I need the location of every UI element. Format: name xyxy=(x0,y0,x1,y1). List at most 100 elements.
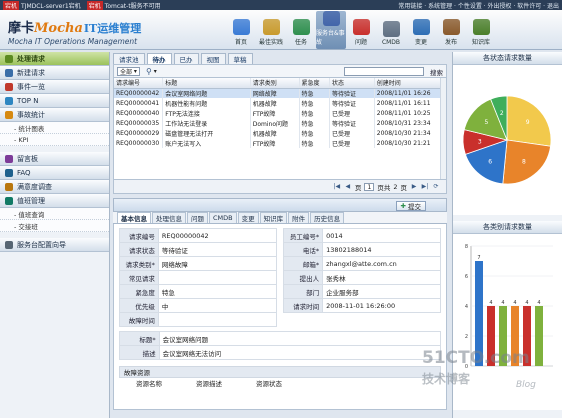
nav-best-practice[interactable]: 最佳实践 xyxy=(256,11,286,49)
sidebar-item-label: 服务台配置向导 xyxy=(17,240,66,249)
column-header[interactable]: 创建时间 xyxy=(374,78,447,89)
detail-tab[interactable]: 基本信息 xyxy=(117,212,151,223)
detail-tab[interactable]: 历史信息 xyxy=(310,212,345,223)
field-value[interactable]: 特急 xyxy=(157,284,277,299)
sidebar-item[interactable]: 事件一览 xyxy=(0,80,109,94)
next-page-icon[interactable]: ▶ xyxy=(410,183,418,191)
table-row[interactable]: REQ00000035 工作站无法登录 Domino问题 特急 等待验证 2008/10/… xyxy=(114,118,447,128)
nav-label: 发布 xyxy=(444,39,457,46)
detail-tab[interactable]: CMDB xyxy=(209,212,237,223)
sidebar-subitem[interactable]: - 值班查询 xyxy=(0,208,109,220)
column-header[interactable]: 紧急度 xyxy=(299,78,331,89)
search-button[interactable]: 搜索 xyxy=(430,67,443,77)
table-cell: 等待验证 xyxy=(329,88,375,98)
submit-icon: ✚ xyxy=(400,202,406,210)
field-value[interactable]: zhangxl@atte.com.cn xyxy=(322,256,441,271)
submit-button[interactable]: ✚ 提交 xyxy=(395,201,426,211)
alert-text[interactable]: Tomcat-t服务不可用 xyxy=(105,1,161,10)
field-value[interactable]: 等待验证 xyxy=(157,242,277,257)
table-row[interactable]: REQ00000040 FTP无法连接 FTP故障 特急 已受理 2008/11/01 1… xyxy=(114,108,447,118)
sidebar-item[interactable]: TOP N xyxy=(0,94,109,108)
field-value[interactable]: 13802188014 xyxy=(322,242,441,257)
nav-cmdb[interactable]: CMDB xyxy=(376,11,406,49)
detail-tab[interactable]: 处理信息 xyxy=(152,212,186,223)
column-header[interactable]: 请求编号 xyxy=(114,78,164,89)
sidebar-item[interactable]: FAQ xyxy=(0,166,109,180)
sidebar-item[interactable]: 值班管理 xyxy=(0,194,109,208)
top-status-bar: 宕机 TJMDCL-server1宕机 宕机 Tomcat-t服务不可用 常用链… xyxy=(0,0,562,10)
alert-badge: 宕机 xyxy=(3,0,20,10)
field-value[interactable]: 张秀林 xyxy=(322,270,441,285)
field-value[interactable]: 中 xyxy=(157,298,277,313)
nav-task[interactable]: 任务 xyxy=(286,11,316,49)
top-links[interactable]: 常用链接 · 系统管理 · 个性设置 · 外出授权 · 软件许可 · 退出 xyxy=(398,1,562,10)
column-header[interactable]: 请求类别 xyxy=(250,78,300,89)
title-field[interactable]: 会议室网络问题 xyxy=(158,331,442,346)
table-scrollbar[interactable] xyxy=(440,78,446,179)
alert-text[interactable]: TJMDCL-server1宕机 xyxy=(21,1,81,10)
form-row: 请求编号 REQ00000042 员工编号* 0014 xyxy=(119,228,441,243)
column-header[interactable]: 标题 xyxy=(162,78,251,89)
title-label: 标题* xyxy=(119,331,160,346)
sidebar-subitem[interactable]: - 交接班 xyxy=(0,220,109,232)
request-tab[interactable]: 视图 xyxy=(200,53,226,64)
request-tab[interactable]: 已办 xyxy=(173,53,199,64)
status-chart-title: 各状态请求数量 xyxy=(453,52,562,65)
last-page-icon[interactable]: ▶| xyxy=(421,183,429,191)
y-tick-label: 0 xyxy=(465,364,468,370)
sidebar-item[interactable]: 留言板 xyxy=(0,152,109,166)
sidebar-item[interactable]: 服务台配置向导 xyxy=(0,238,109,252)
field-value[interactable]: 企业服务部 xyxy=(322,284,441,299)
filter-icon[interactable]: ⚲ xyxy=(146,67,152,76)
table-cell: 已受理 xyxy=(329,138,375,148)
table-cell: 工作站无法登录 xyxy=(162,118,251,128)
search-input[interactable] xyxy=(344,67,424,76)
sidebar-item[interactable]: 满意度调查 xyxy=(0,180,109,194)
request-tab[interactable]: 请求池 xyxy=(113,53,145,64)
field-label: 提出人 xyxy=(283,270,324,285)
nav-label: 服务台&事故 xyxy=(316,30,345,46)
nav-question[interactable]: 问题 xyxy=(346,11,376,49)
detail-tab[interactable]: 知识库 xyxy=(259,212,288,223)
field-value[interactable] xyxy=(157,312,277,327)
first-page-icon[interactable]: |◀ xyxy=(333,183,341,191)
filter-select[interactable]: 全部 ▾ xyxy=(117,66,140,76)
table-cell: 机器故障 xyxy=(250,128,300,138)
detail-tab[interactable]: 附件 xyxy=(288,212,310,223)
table-cell: 2008/11/01 10:25 xyxy=(374,108,447,118)
field-value[interactable]: 网络故障 xyxy=(157,256,277,271)
table-cell: 2008/11/01 16:26 xyxy=(374,88,447,98)
field-value[interactable]: 0014 xyxy=(322,228,441,243)
sidebar-subitem[interactable]: - 统计图表 xyxy=(0,122,109,134)
column-header[interactable]: 状态 xyxy=(329,78,375,89)
detail-tab[interactable]: 变更 xyxy=(237,212,259,223)
field-value[interactable]: 2008-11-01 16:26:00 xyxy=(322,298,441,313)
sidebar-item[interactable]: 处理请求 xyxy=(0,52,109,66)
prev-page-icon[interactable]: ◀ xyxy=(344,183,352,191)
detail-tab[interactable]: 问题 xyxy=(187,212,208,223)
field-value[interactable] xyxy=(157,270,277,285)
refresh-icon[interactable]: ⟳ xyxy=(432,183,440,191)
nav-service-desk[interactable]: 服务台&事故 xyxy=(316,11,346,49)
field-value[interactable]: REQ00000042 xyxy=(157,228,277,243)
nav-knowledge[interactable]: 知识库 xyxy=(466,11,496,49)
page-input[interactable]: 1 xyxy=(364,182,375,191)
main-content: 请求池 待办 已办 视图 草稿 全部 ▾ ⚲ ▾ 搜索 请求编号 标题 请求类别 紧急度 状态创… xyxy=(113,52,447,418)
bar xyxy=(487,306,495,366)
desc-field[interactable]: 会议室网络无法访问 xyxy=(158,345,442,360)
table-row[interactable]: REQ00000042 会议室网络问题 网络故障 特急 等待验证 2008/11/01 1… xyxy=(114,88,447,98)
table-row[interactable]: REQ00000041 机器性能有问题 机器故障 特急 等待验证 2008/11/01 1… xyxy=(114,98,447,108)
request-tab[interactable]: 待办 xyxy=(146,53,172,64)
sidebar-item[interactable]: 新建请求 xyxy=(0,66,109,80)
sidebar-subitem[interactable]: - KPI xyxy=(0,134,109,146)
table-row[interactable]: REQ00000030 账户无法写入 FTP故障 特急 已受理 2008/10/30 21… xyxy=(114,138,447,148)
message-board-icon xyxy=(5,154,13,163)
sidebar-item[interactable]: 事故统计 xyxy=(0,108,109,122)
nav-change[interactable]: 变更 xyxy=(406,11,436,49)
nav-release[interactable]: 发布 xyxy=(436,11,466,49)
request-tab[interactable]: 草稿 xyxy=(227,53,253,64)
dropdown-icon[interactable]: ▾ xyxy=(154,68,157,75)
nav-home[interactable]: 首页 xyxy=(226,11,256,49)
pie-slice-label: 6 xyxy=(488,158,492,165)
table-row[interactable]: REQ00000029 磁盘管理无法打开 机器故障 特急 已受理 2008/10/30 2… xyxy=(114,128,447,138)
